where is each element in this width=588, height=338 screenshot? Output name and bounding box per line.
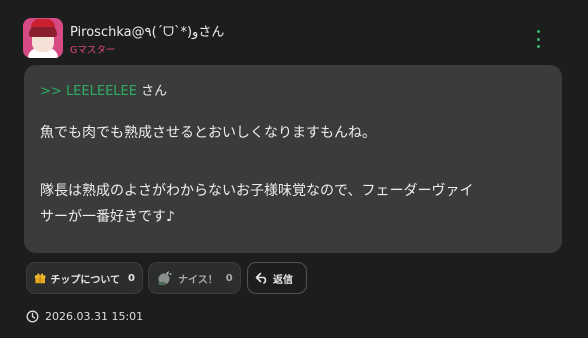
clock-icon bbox=[26, 310, 39, 322]
post-card: Piroschka@٩(ˊᗜˋ*)وさん Gマスター >> LEELEELEE … bbox=[0, 0, 588, 338]
avatar-hat-shape bbox=[31, 19, 55, 27]
more-options-icon[interactable] bbox=[533, 30, 543, 48]
gift-icon bbox=[34, 273, 46, 284]
tip-button[interactable]: チップについて 0 bbox=[26, 262, 143, 294]
reply-mention[interactable]: >> LEELEELEE さん bbox=[40, 80, 167, 99]
timestamp-text: 2026.03.31 15:01 bbox=[45, 309, 144, 323]
reply-target-name[interactable]: LEELEELEE bbox=[66, 84, 137, 99]
tip-label: チップについて bbox=[50, 274, 121, 286]
message-paragraph: 魚でも肉でも熟成させるとおいしくなりますもんね。 bbox=[40, 125, 376, 141]
post-timestamp: 2026.03.31 15:01 bbox=[26, 308, 143, 324]
message-paragraph: 隊長は熟成のよさがわからないお子様味覚なので、フェーダーヴァイ サーが一番好きで… bbox=[40, 178, 473, 230]
reply-arrow-icon bbox=[255, 272, 267, 284]
nice-hand-icon bbox=[158, 271, 172, 286]
message-line: サーが一番好きです♪ bbox=[40, 209, 175, 225]
reply-prefix: >> bbox=[40, 84, 62, 99]
reply-honorific: さん bbox=[141, 84, 168, 99]
tip-count: 0 bbox=[128, 272, 135, 284]
reply-button[interactable]: 返信 bbox=[247, 262, 307, 294]
menu-dot bbox=[536, 37, 540, 41]
nice-label: ナイス！ bbox=[178, 274, 218, 286]
menu-dot bbox=[536, 45, 540, 48]
menu-dot bbox=[536, 30, 540, 33]
message-line: 隊長は熟成のよさがわからないお子様味覚なので、フェーダーヴァイ bbox=[40, 183, 474, 199]
reply-label: 返信 bbox=[273, 274, 293, 286]
author-name[interactable]: Piroschka@٩(ˊᗜˋ*)وさん bbox=[70, 21, 224, 40]
nice-count: 0 bbox=[225, 272, 233, 284]
author-avatar[interactable] bbox=[23, 18, 63, 58]
nice-button[interactable]: ナイス！ 0 bbox=[148, 262, 241, 294]
author-rank-badge: Gマスター bbox=[70, 45, 116, 56]
